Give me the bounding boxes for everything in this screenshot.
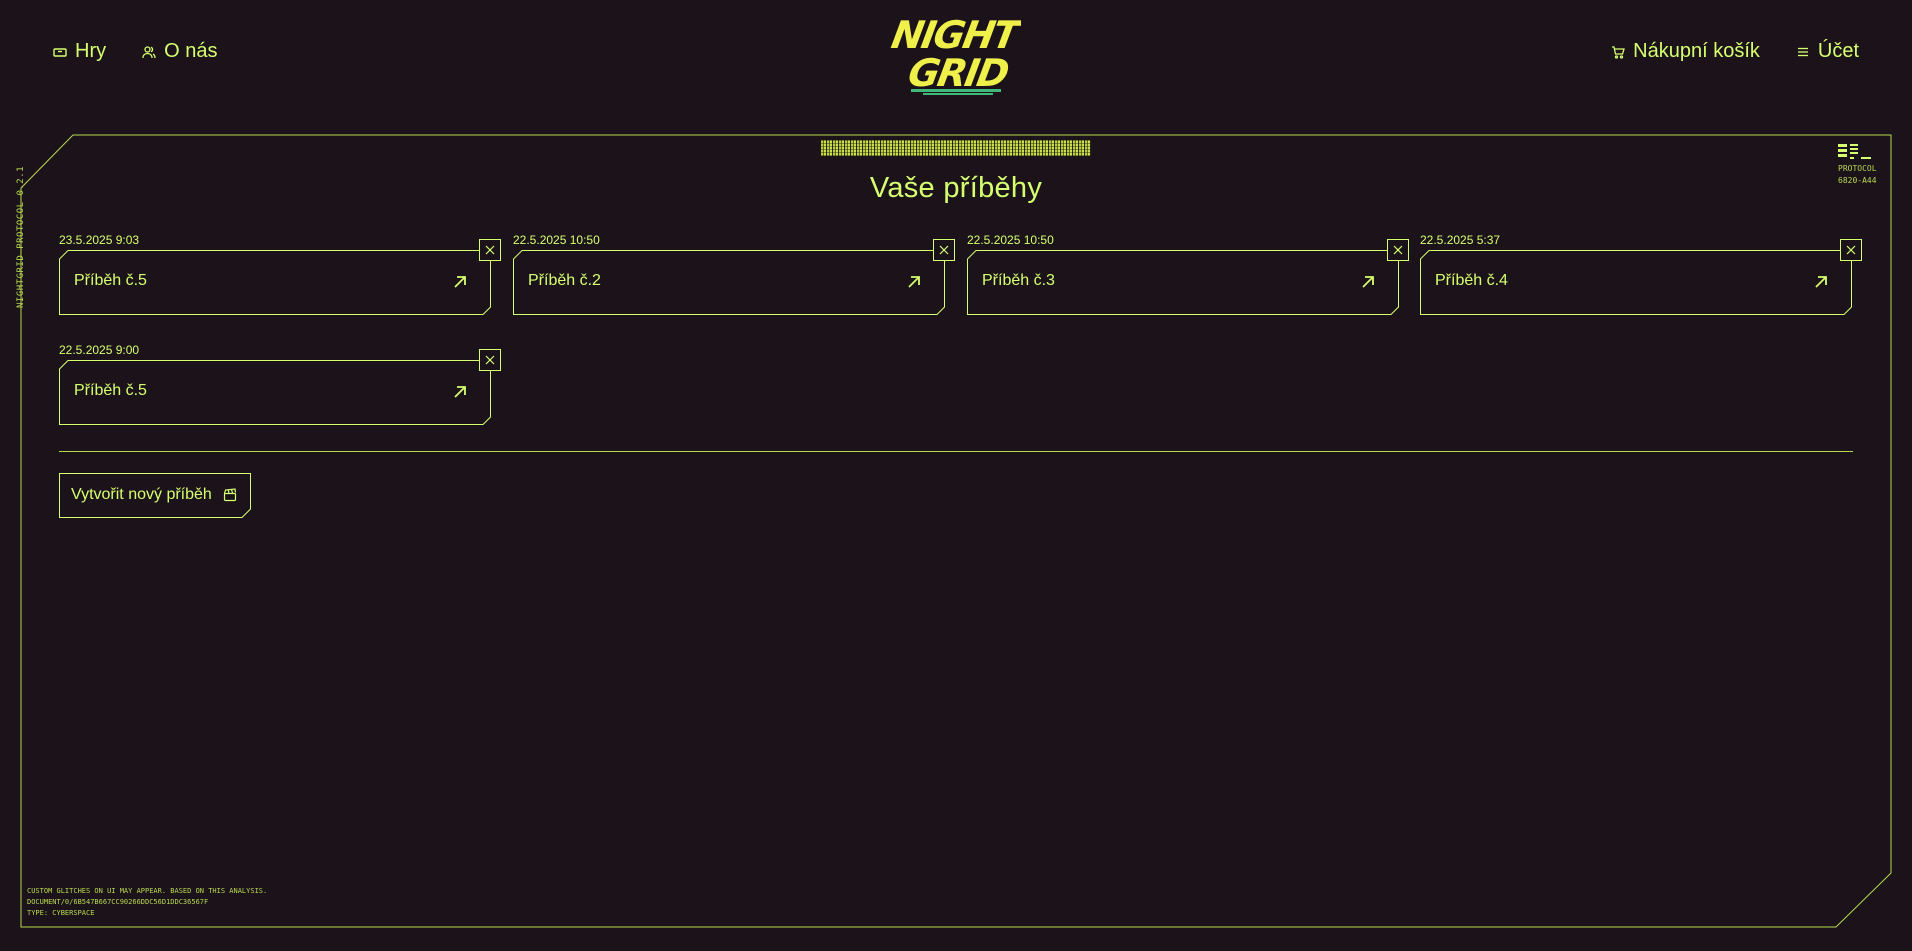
arrow-up-right-icon xyxy=(1362,276,1374,288)
arrow-up-right-icon xyxy=(908,276,920,288)
create-story-button[interactable]: Vytvořit nový příběh xyxy=(59,473,251,518)
story-card[interactable]: Příběh č.3 xyxy=(967,239,1409,315)
story-title: Příběh č.3 xyxy=(982,272,1055,289)
close-icon xyxy=(485,245,495,255)
delete-story-button[interactable] xyxy=(479,349,501,371)
story-item: 23.5.2025 9:03 Příběh č.5 xyxy=(59,233,501,315)
story-item: 22.5.2025 10:50 Příběh č.3 xyxy=(967,233,1409,315)
glitch-bar xyxy=(821,140,1091,156)
delete-story-button[interactable] xyxy=(1387,239,1409,261)
story-item: 22.5.2025 5:37 Příběh č.4 xyxy=(1420,233,1862,315)
arrow-up-right-icon xyxy=(454,386,466,398)
story-date: 22.5.2025 10:50 xyxy=(513,233,600,247)
arrow-up-right-icon xyxy=(454,276,466,288)
story-title: Příběh č.4 xyxy=(1435,272,1508,289)
story-title: Příběh č.2 xyxy=(528,272,601,289)
story-item: 22.5.2025 10:50 Příběh č.2 xyxy=(513,233,955,315)
divider xyxy=(59,451,1853,452)
close-icon xyxy=(1393,245,1403,255)
story-date: 22.5.2025 5:37 xyxy=(1420,233,1501,247)
story-date: 22.5.2025 9:00 xyxy=(59,343,140,357)
footer-line: TYPE: CYBERSPACE xyxy=(27,909,95,917)
arrow-up-right-icon xyxy=(1815,276,1827,288)
footer-line: CUSTOM GLITCHES ON UI MAY APPEAR. BASED … xyxy=(27,887,268,895)
story-card[interactable]: Příběh č.5 xyxy=(59,349,501,425)
footer-info: CUSTOM GLITCHES ON UI MAY APPEAR. BASED … xyxy=(27,886,267,919)
close-icon xyxy=(485,355,495,365)
close-icon xyxy=(1846,245,1856,255)
delete-story-button[interactable] xyxy=(1840,239,1862,261)
clapperboard-icon xyxy=(223,488,237,502)
story-date: 22.5.2025 10:50 xyxy=(967,233,1054,247)
delete-story-button[interactable] xyxy=(479,239,501,261)
story-card[interactable]: Příběh č.2 xyxy=(513,239,955,315)
create-story-label: Vytvořit nový příběh xyxy=(71,486,212,503)
close-icon xyxy=(939,245,949,255)
page-title: Vaše příběhy xyxy=(869,172,1043,204)
story-title: Příběh č.5 xyxy=(74,382,147,399)
barcode-icon xyxy=(1838,144,1894,159)
story-card[interactable]: Příběh č.4 xyxy=(1420,239,1862,315)
footer-line: DOCUMENT/0/6b547b667cc90266ddc56d1ddc365… xyxy=(27,898,209,906)
delete-story-button[interactable] xyxy=(933,239,955,261)
story-date: 23.5.2025 9:03 xyxy=(59,233,140,247)
story-item: 22.5.2025 9:00 Příběh č.5 xyxy=(59,343,501,425)
story-title: Příběh č.5 xyxy=(74,272,147,289)
story-card[interactable]: Příběh č.5 xyxy=(59,239,501,315)
